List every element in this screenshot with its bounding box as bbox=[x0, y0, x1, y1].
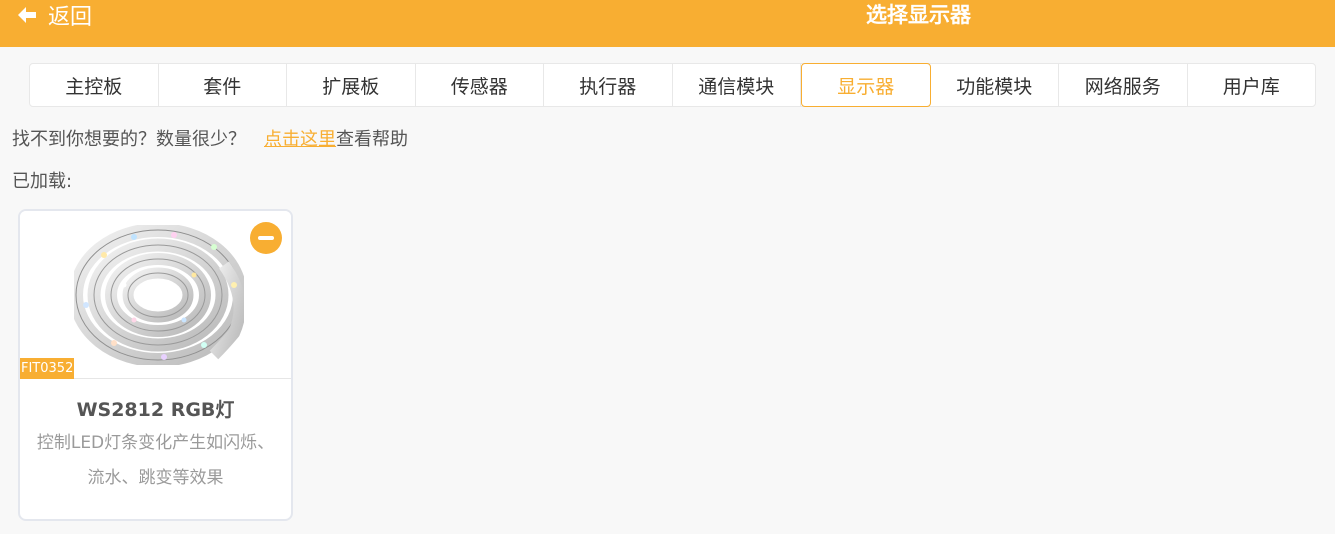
led-strip-image bbox=[74, 225, 244, 365]
top-bar: 返回 选择显示器 bbox=[0, 0, 1335, 47]
device-name: WS2812 RGB灯 bbox=[76, 399, 235, 421]
tab-main-board[interactable]: 主控板 bbox=[30, 64, 159, 106]
sku-badge: FIT0352 bbox=[20, 358, 75, 379]
help-prompt: 找不到你想要的？数量很少？ bbox=[12, 129, 246, 150]
help-link[interactable]: 点击这里 bbox=[264, 125, 336, 151]
minus-circle-icon[interactable] bbox=[250, 222, 282, 254]
tab-communication[interactable]: 通信模块 bbox=[673, 64, 801, 106]
tab-user-library[interactable]: 用户库 bbox=[1188, 64, 1316, 106]
device-description: 控制LED灯条变化产生如闪烁、流水、跳变等效果 bbox=[36, 433, 275, 488]
device-image: FIT0352 bbox=[20, 211, 291, 379]
tab-sensor[interactable]: 传感器 bbox=[416, 64, 544, 106]
page-title-wrap: 选择显示器 bbox=[0, 0, 1335, 30]
device-card[interactable]: FIT0352 WS2812 RGB灯 控制LED灯条变化产生如闪烁、流水、跳变… bbox=[18, 209, 293, 521]
tab-actuator[interactable]: 执行器 bbox=[544, 64, 673, 106]
tab-network-service[interactable]: 网络服务 bbox=[1059, 64, 1188, 106]
page-title: 选择显示器 bbox=[866, 3, 971, 27]
category-tabs: 主控板 套件 扩展板 传感器 执行器 通信模块 显示器 功能模块 网络服务 用户… bbox=[29, 63, 1316, 107]
loaded-label: 已加载: bbox=[12, 171, 73, 192]
tab-function-module[interactable]: 功能模块 bbox=[931, 64, 1059, 106]
tab-expansion-board[interactable]: 扩展板 bbox=[287, 64, 416, 106]
tab-display[interactable]: 显示器 bbox=[801, 63, 931, 107]
help-suffix: 查看帮助 bbox=[336, 129, 408, 150]
help-line: 找不到你想要的？数量很少？ 点击这里 查看帮助 bbox=[12, 125, 408, 151]
tab-kit[interactable]: 套件 bbox=[159, 64, 287, 106]
